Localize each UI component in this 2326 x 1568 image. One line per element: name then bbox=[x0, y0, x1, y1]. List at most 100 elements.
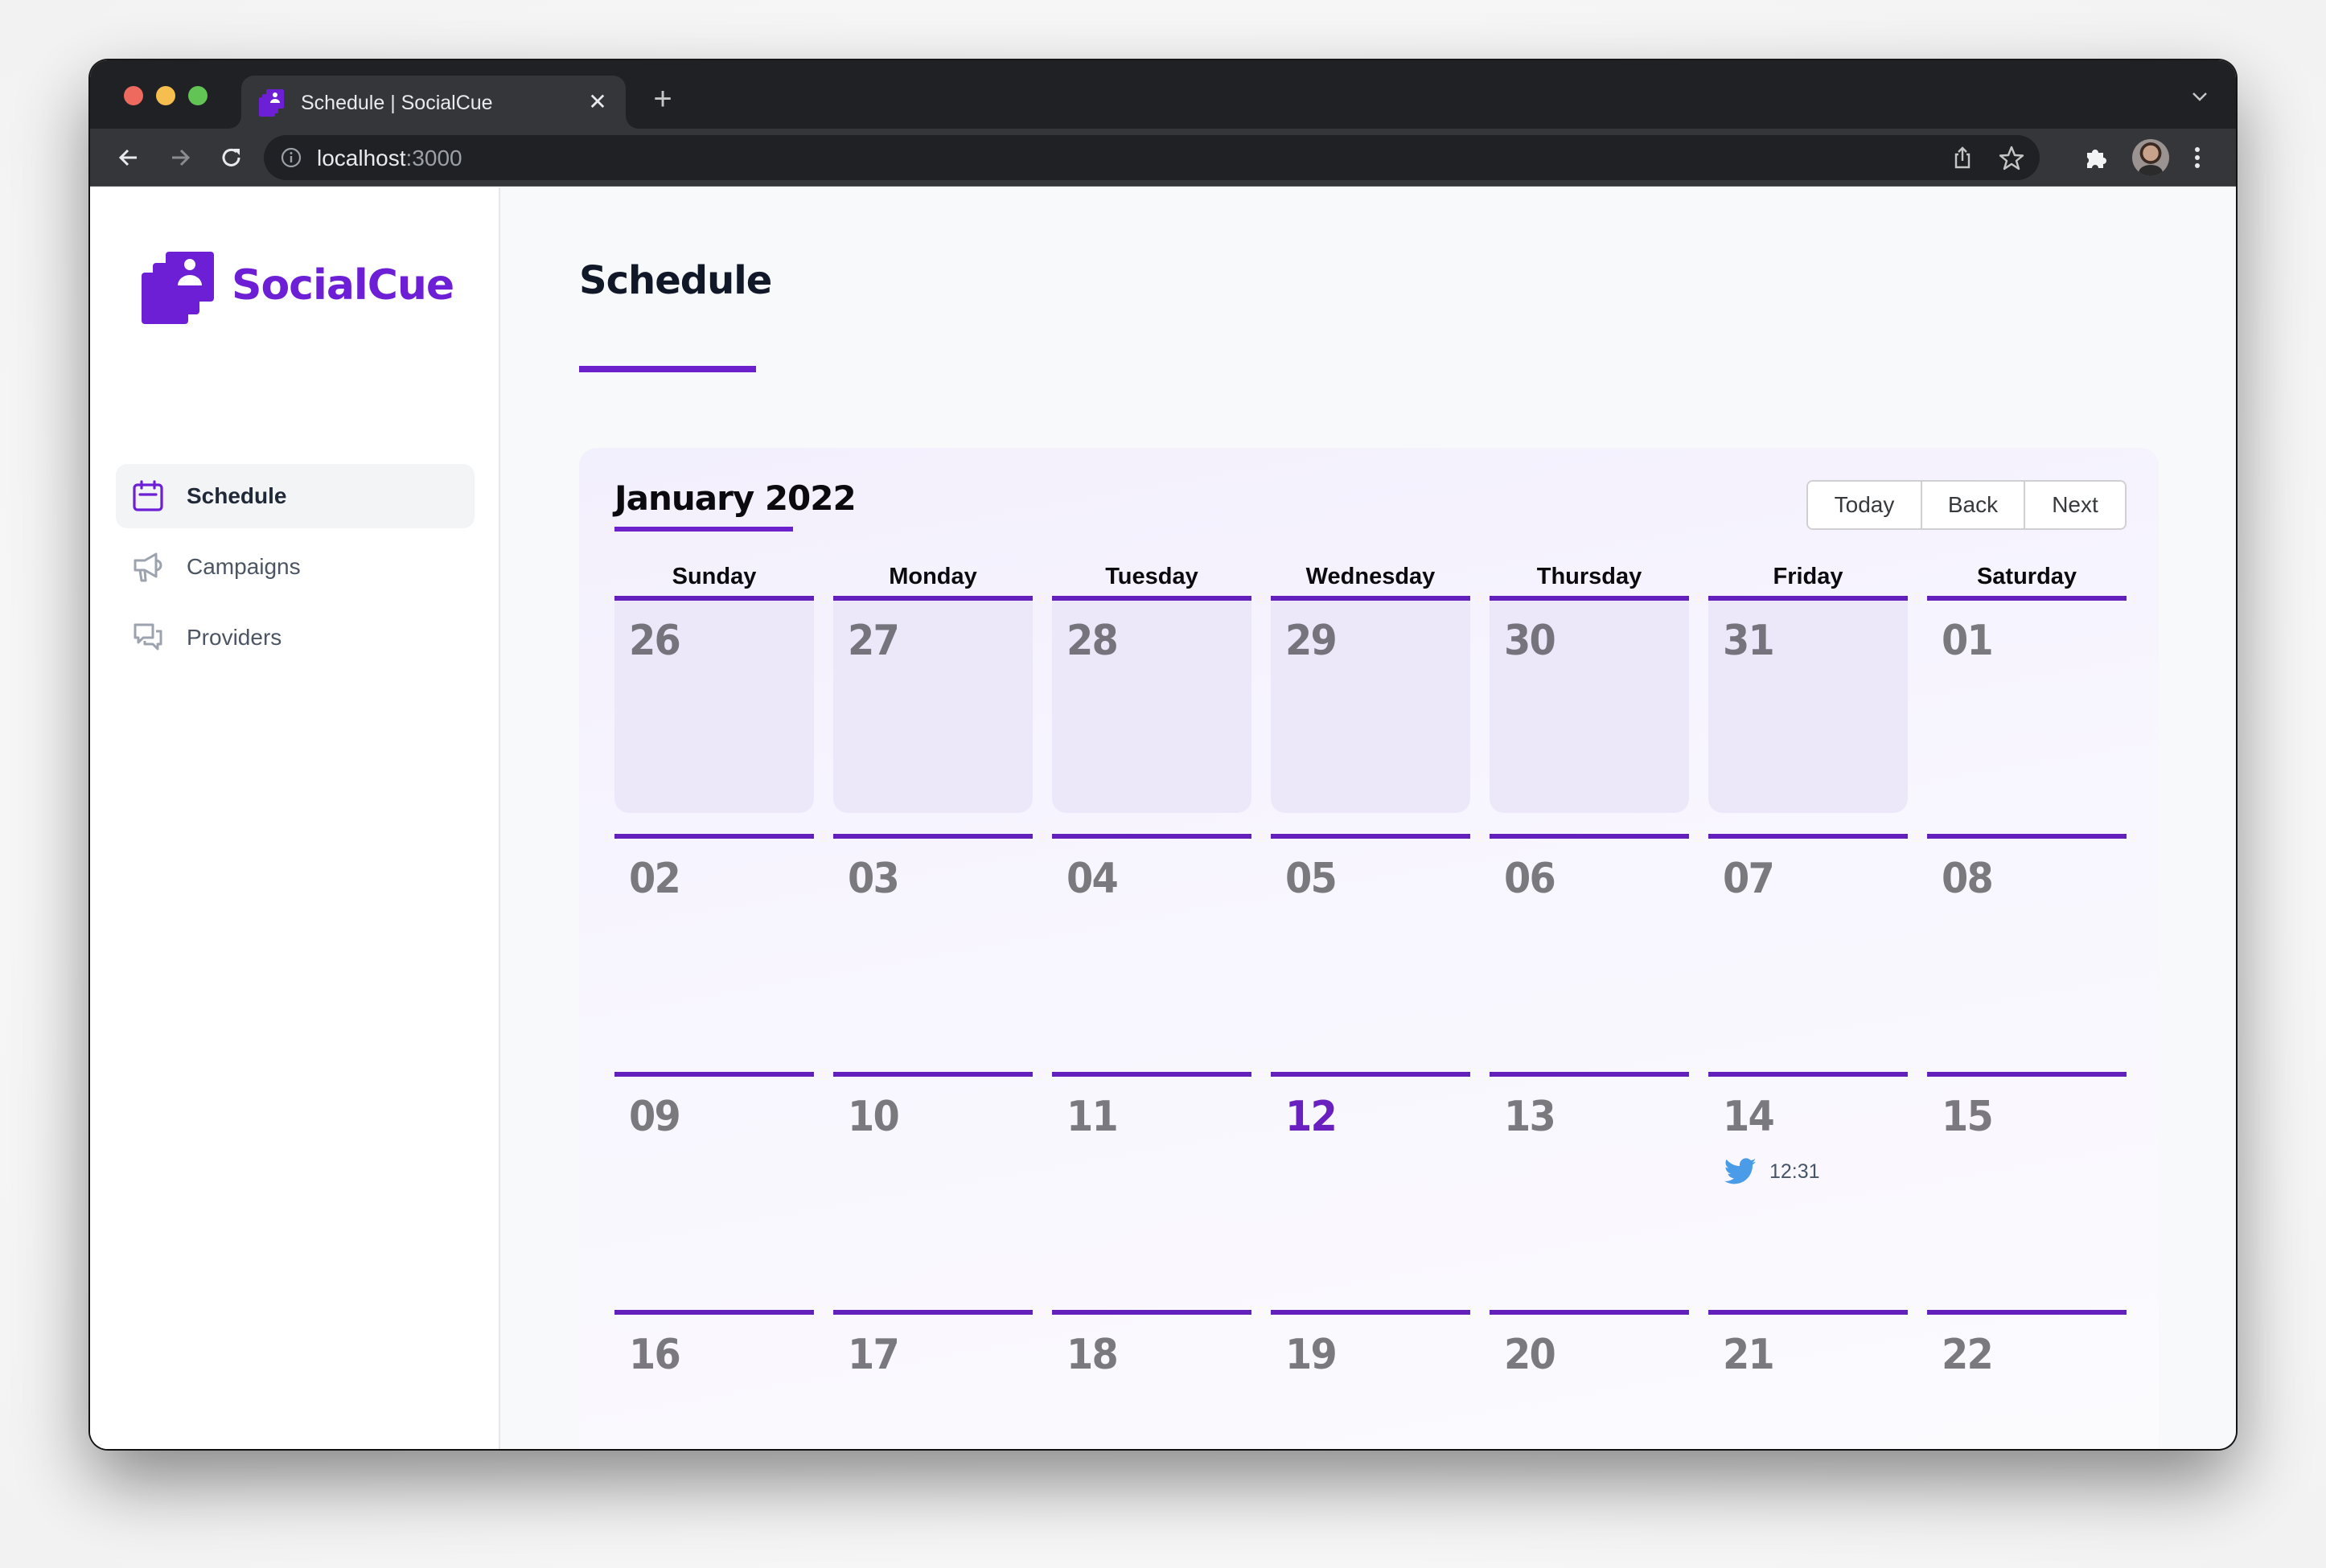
app-content: SocialCue Schedule Campaigns Providers S… bbox=[90, 187, 2236, 1449]
day-number: 26 bbox=[629, 617, 681, 665]
sidebar: SocialCue Schedule Campaigns Providers bbox=[90, 187, 500, 1449]
day-cell[interactable]: 10 bbox=[833, 1072, 1033, 1289]
day-cell-top-border bbox=[833, 1072, 1033, 1077]
day-cell-top-border bbox=[1271, 1310, 1470, 1315]
day-number: 19 bbox=[1285, 1331, 1338, 1379]
scheduled-post[interactable]: 12:31 bbox=[1724, 1155, 1820, 1188]
day-cell[interactable]: 05 bbox=[1271, 834, 1470, 1051]
day-cell-top-border bbox=[1052, 834, 1251, 839]
day-cell-today[interactable]: 12 bbox=[1271, 1072, 1470, 1289]
url-host: localhost bbox=[317, 146, 406, 170]
day-cell[interactable]: 07 bbox=[1708, 834, 1908, 1051]
sidebar-item-schedule[interactable]: Schedule bbox=[116, 464, 475, 528]
zoom-window-button[interactable] bbox=[188, 86, 208, 105]
brand-logo[interactable]: SocialCue bbox=[142, 252, 479, 332]
day-cell-top-border bbox=[614, 1310, 814, 1315]
today-button[interactable]: Today bbox=[1808, 482, 1921, 528]
day-cell-top-border bbox=[1490, 1310, 1689, 1315]
day-cell-top-border bbox=[1052, 596, 1251, 601]
day-cell[interactable]: 20 bbox=[1490, 1310, 1689, 1449]
close-tab-icon[interactable]: ✕ bbox=[584, 88, 611, 116]
weekday-header-sunday: Sunday bbox=[672, 564, 757, 589]
twitter-icon bbox=[1724, 1158, 1757, 1184]
day-cell[interactable]: 02 bbox=[614, 834, 814, 1051]
new-tab-icon[interactable]: + bbox=[645, 83, 680, 118]
page-title-underline bbox=[579, 366, 756, 372]
month-label: January 2022 bbox=[614, 478, 857, 518]
extensions-puzzle-icon[interactable] bbox=[2080, 142, 2112, 174]
day-number: 31 bbox=[1723, 617, 1775, 665]
reload-icon[interactable] bbox=[216, 142, 248, 174]
site-info-icon[interactable] bbox=[280, 146, 302, 169]
day-cell-top-border bbox=[1271, 834, 1470, 839]
day-cell[interactable]: 15 bbox=[1927, 1072, 2127, 1289]
day-cell[interactable]: 08 bbox=[1927, 834, 2127, 1051]
day-cell[interactable]: 13 bbox=[1490, 1072, 1689, 1289]
day-number: 10 bbox=[848, 1093, 900, 1141]
share-icon[interactable] bbox=[1950, 145, 1975, 170]
day-cell-top-border bbox=[1927, 1072, 2127, 1077]
day-cell[interactable]: 19 bbox=[1271, 1310, 1470, 1449]
calendar-card: January 2022 Today Back Next Sunday Monda… bbox=[579, 448, 2159, 1449]
day-cell-top-border bbox=[1927, 1310, 2127, 1315]
minimize-window-button[interactable] bbox=[156, 86, 175, 105]
day-number: 06 bbox=[1504, 855, 1556, 903]
forward-arrow-icon[interactable] bbox=[164, 142, 196, 174]
day-cell[interactable]: 27 bbox=[833, 596, 1033, 813]
day-cell-top-border bbox=[1708, 596, 1908, 601]
browser-tab-active[interactable]: Schedule | SocialCue ✕ bbox=[241, 76, 626, 129]
day-number: 18 bbox=[1066, 1331, 1119, 1379]
day-cell-top-border bbox=[1927, 596, 2127, 601]
main-area: Schedule January 2022 Today Back Next Su… bbox=[502, 187, 2236, 1449]
weekday-header-tuesday: Tuesday bbox=[1105, 564, 1198, 589]
day-cell[interactable]: 26 bbox=[614, 596, 814, 813]
day-cell[interactable]: 06 bbox=[1490, 834, 1689, 1051]
page-title: Schedule bbox=[579, 258, 772, 303]
back-button[interactable]: Back bbox=[1921, 482, 2024, 528]
day-cell-top-border bbox=[833, 834, 1033, 839]
day-cell[interactable]: 09 bbox=[614, 1072, 814, 1289]
day-cell[interactable]: 04 bbox=[1052, 834, 1251, 1051]
kebab-menu-icon[interactable] bbox=[2181, 142, 2213, 174]
day-cell[interactable]: 30 bbox=[1490, 596, 1689, 813]
day-cell[interactable]: 01 bbox=[1927, 596, 2127, 813]
sidebar-item-campaigns[interactable]: Campaigns bbox=[116, 535, 475, 599]
month-label-underline bbox=[614, 527, 793, 532]
day-number: 04 bbox=[1066, 855, 1119, 903]
sidebar-item-providers[interactable]: Providers bbox=[116, 605, 475, 670]
day-cell[interactable]: 03 bbox=[833, 834, 1033, 1051]
day-cell[interactable]: 14 12:31 bbox=[1708, 1072, 1908, 1289]
day-cell-top-border bbox=[1052, 1072, 1251, 1077]
day-number: 11 bbox=[1066, 1093, 1119, 1141]
day-cell[interactable]: 29 bbox=[1271, 596, 1470, 813]
tab-search-chevron-icon[interactable] bbox=[2188, 84, 2212, 109]
chat-bubbles-icon bbox=[134, 623, 162, 651]
address-bar[interactable]: localhost:3000 bbox=[264, 135, 2040, 180]
back-arrow-icon[interactable] bbox=[113, 142, 145, 174]
url-text[interactable]: localhost:3000 bbox=[317, 146, 462, 171]
day-cell-top-border bbox=[1708, 834, 1908, 839]
day-cell[interactable]: 28 bbox=[1052, 596, 1251, 813]
sidebar-item-label: Schedule bbox=[187, 483, 287, 508]
day-cell[interactable]: 22 bbox=[1927, 1310, 2127, 1449]
day-number: 27 bbox=[848, 617, 900, 665]
day-cell[interactable]: 11 bbox=[1052, 1072, 1251, 1289]
day-number: 14 bbox=[1723, 1093, 1775, 1141]
browser-window: Schedule | SocialCue ✕ + localhost:3000 bbox=[90, 60, 2236, 1449]
day-cell[interactable]: 17 bbox=[833, 1310, 1033, 1449]
url-port: :3000 bbox=[405, 146, 462, 170]
weekday-header-saturday: Saturday bbox=[1976, 564, 2077, 589]
day-cell[interactable]: 31 bbox=[1708, 596, 1908, 813]
calendar-nav-buttons: Today Back Next bbox=[1806, 480, 2127, 530]
next-button[interactable]: Next bbox=[2024, 482, 2125, 528]
tab-strip: Schedule | SocialCue ✕ + bbox=[90, 60, 2236, 129]
day-cell[interactable]: 21 bbox=[1708, 1310, 1908, 1449]
day-cell[interactable]: 18 bbox=[1052, 1310, 1251, 1449]
day-cell-top-border bbox=[1271, 596, 1470, 601]
profile-avatar[interactable] bbox=[2132, 139, 2169, 176]
day-cell[interactable]: 16 bbox=[614, 1310, 814, 1449]
bookmark-star-icon[interactable] bbox=[1998, 145, 2025, 172]
close-window-button[interactable] bbox=[124, 86, 143, 105]
day-cell-top-border bbox=[1271, 1072, 1470, 1077]
day-number: 02 bbox=[629, 855, 681, 903]
